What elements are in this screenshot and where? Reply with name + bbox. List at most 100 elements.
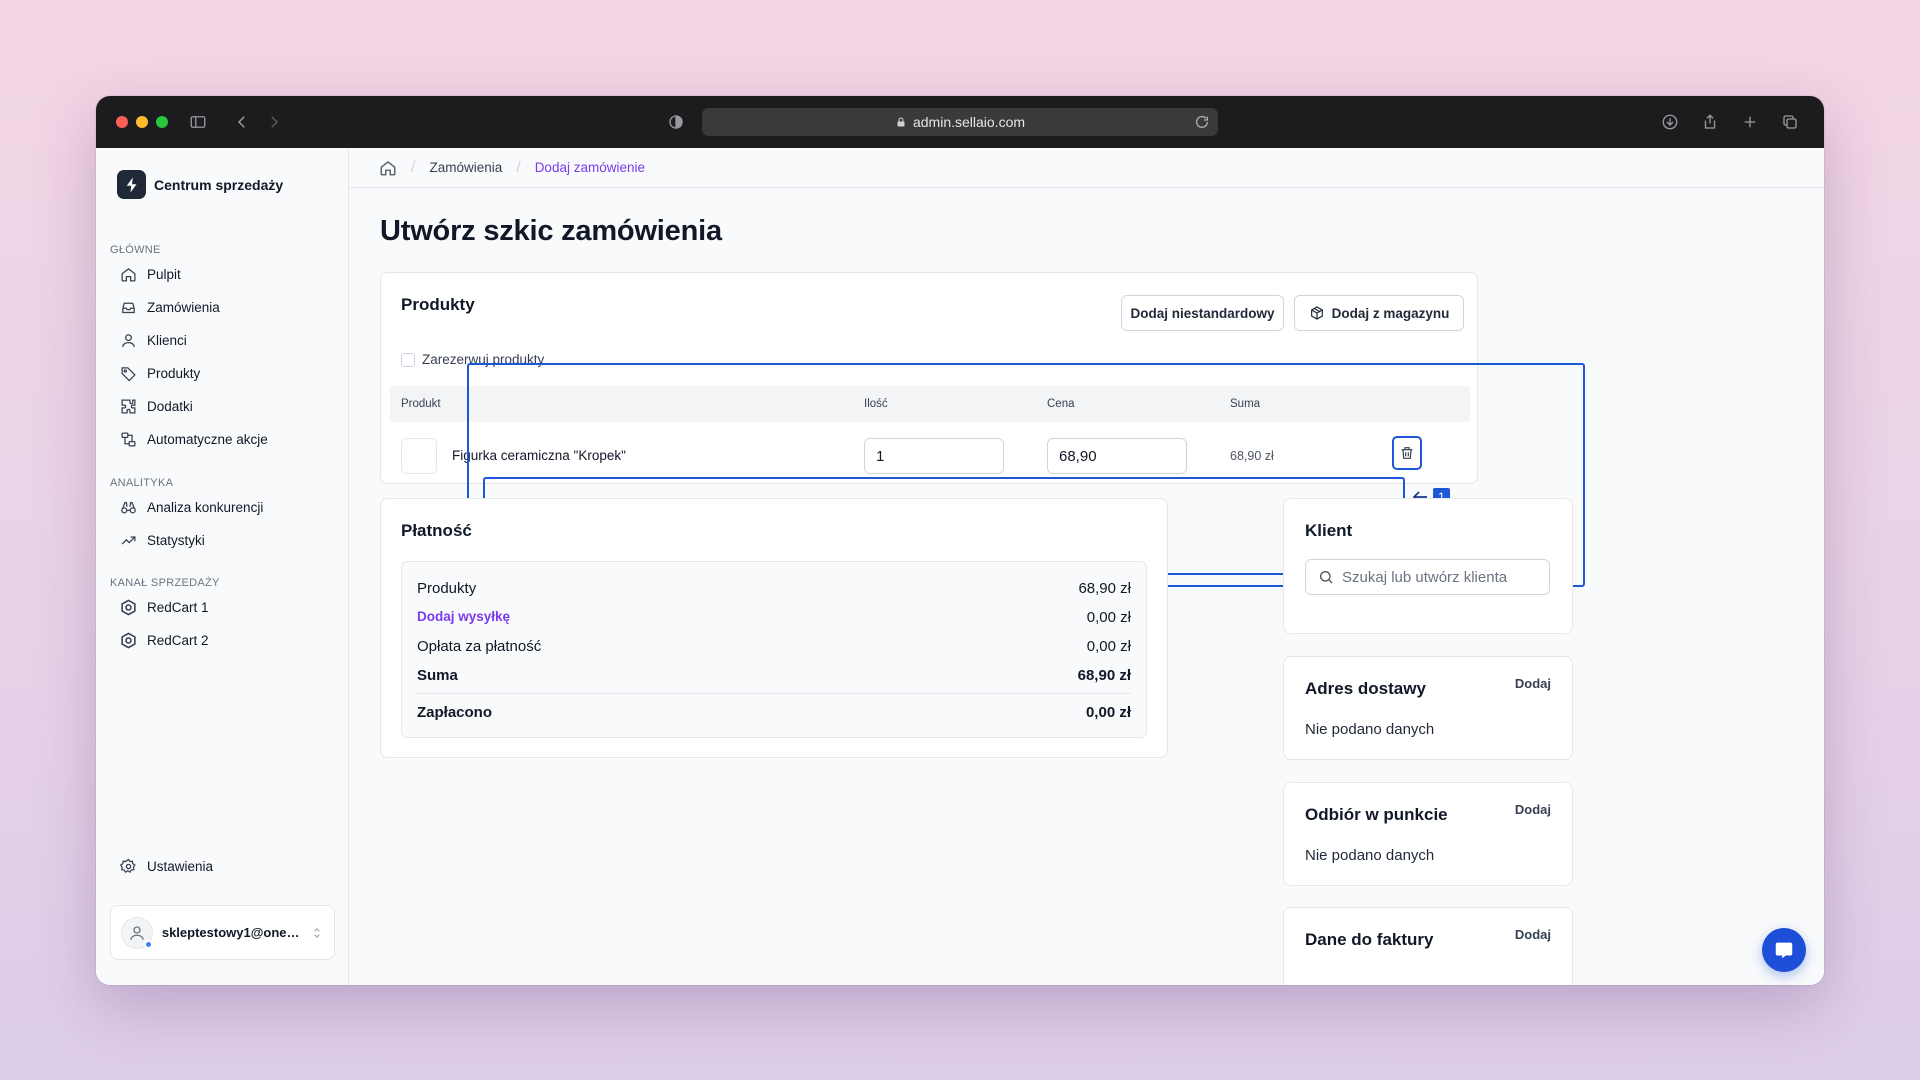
- client-card: Klient Szukaj lub utwórz klienta: [1283, 498, 1573, 634]
- pickup-empty-text: Nie podano danych: [1305, 847, 1435, 864]
- browser-window: admin.sellaio.com Centrum sprzedaży GŁÓW…: [96, 96, 1824, 985]
- client-title: Klient: [1305, 521, 1353, 540]
- user-menu[interactable]: skleptestowy1@onet...: [110, 905, 335, 960]
- divider: [417, 693, 1131, 694]
- lock-icon: [897, 117, 905, 127]
- privacy-shield-icon[interactable]: [664, 110, 688, 134]
- maximize-window-button[interactable]: [156, 116, 168, 128]
- search-icon: [1320, 571, 1333, 584]
- tag-icon: [121, 366, 136, 381]
- payment-value: 68,90 zł: [1078, 580, 1131, 597]
- breadcrumb-link-orders[interactable]: Zamówienia: [429, 160, 502, 175]
- chat-icon: [1775, 942, 1793, 959]
- user-icon: [130, 925, 144, 940]
- avatar: [121, 916, 153, 949]
- add-pickup-point-button[interactable]: Dodaj: [1515, 802, 1551, 817]
- shipping-address-card: Adres dostawy Dodaj Nie podano danych: [1283, 656, 1573, 760]
- sidebar-item-klienci[interactable]: Klienci: [110, 326, 335, 354]
- products-title: Produkty: [401, 295, 475, 314]
- invoice-data-card: Dane do faktury Dodaj: [1283, 907, 1573, 985]
- new-tab-icon[interactable]: [1738, 110, 1762, 134]
- chat-button[interactable]: [1762, 928, 1806, 972]
- checkbox[interactable]: [401, 352, 415, 367]
- payment-label: Opłata za płatność: [417, 638, 542, 655]
- url-text: admin.sellaio.com: [912, 114, 1026, 130]
- payment-card: Płatność Produkty 68,90 zł Dodaj wysyłkę…: [380, 498, 1168, 758]
- payment-summary: Produkty 68,90 zł Dodaj wysyłkę 0,00 zł …: [401, 561, 1147, 738]
- address-bar[interactable]: admin.sellaio.com: [702, 108, 1218, 136]
- download-icon[interactable]: [1658, 110, 1682, 134]
- sidebar-item-ustawienia[interactable]: Ustawienia: [110, 852, 335, 880]
- section-label-analytics: ANALITYKA: [110, 477, 174, 489]
- user-email: skleptestowy1@onet...: [161, 925, 302, 940]
- home-icon[interactable]: [379, 159, 397, 177]
- binoculars-icon: [121, 501, 136, 513]
- payment-title: Płatność: [401, 521, 472, 540]
- payment-value: 0,00 zł: [1085, 704, 1131, 721]
- section-label-main: GŁÓWNE: [110, 244, 161, 256]
- column-header-total: Suma: [1230, 398, 1261, 410]
- add-shipping-address-button[interactable]: Dodaj: [1515, 676, 1551, 691]
- row-total: 68,90 zł: [1230, 449, 1274, 463]
- sidebar-item-redcart-2[interactable]: RedCart 2: [110, 626, 335, 654]
- breadcrumb-separator: /: [516, 158, 521, 176]
- delete-product-button[interactable]: [1392, 436, 1422, 470]
- shipping-empty-text: Nie podano danych: [1305, 721, 1435, 738]
- brand-logo-icon: [117, 170, 146, 199]
- pickup-point-card: Odbiór w punkcie Dodaj Nie podano danych: [1283, 782, 1573, 886]
- pickup-title: Odbiór w punkcie: [1305, 805, 1448, 824]
- sidebar-item-label: Ustawienia: [147, 858, 214, 874]
- chevron-up-down-icon: [314, 927, 320, 938]
- gear-icon: [120, 858, 136, 873]
- sidebar-item-label: Analiza konkurencji: [147, 499, 264, 515]
- sidebar-item-label: Produkty: [147, 365, 201, 381]
- sidebar-item-analiza-konkurencji[interactable]: Analiza konkurencji: [110, 493, 335, 521]
- column-header-qty: Ilość: [864, 398, 888, 410]
- price-input[interactable]: 68,90: [1047, 438, 1187, 474]
- products-table-header: Produkt Ilość Cena Suma: [390, 386, 1470, 422]
- trash-icon: [1401, 447, 1413, 459]
- payment-row-total: Suma 68,90 zł: [417, 667, 1131, 684]
- tab-overview-icon[interactable]: [1778, 110, 1802, 134]
- add-invoice-data-button[interactable]: Dodaj: [1515, 927, 1551, 942]
- sidebar-item-label: Klienci: [147, 332, 187, 348]
- add-shipping-link[interactable]: Dodaj wysyłkę: [417, 609, 510, 626]
- add-from-stock-button[interactable]: Dodaj z magazynu: [1294, 295, 1464, 331]
- sidebar-item-label: Dodatki: [147, 398, 193, 414]
- sidebar-item-zamowienia[interactable]: Zamówienia: [110, 293, 335, 321]
- sidebar-item-label: Zamówienia: [147, 299, 220, 315]
- breadcrumb-current[interactable]: Dodaj zamówienie: [535, 160, 645, 175]
- sidebar-toggle-icon[interactable]: [186, 110, 210, 134]
- sidebar-item-pulpit[interactable]: Pulpit: [110, 260, 335, 288]
- close-window-button[interactable]: [116, 116, 128, 128]
- sidebar-item-automatyczne-akcje[interactable]: Automatyczne akcje: [110, 425, 335, 453]
- trending-up-icon: [121, 535, 136, 544]
- share-icon[interactable]: [1698, 110, 1722, 134]
- minimize-window-button[interactable]: [136, 116, 148, 128]
- add-custom-product-button[interactable]: Dodaj niestandardowy: [1121, 295, 1284, 331]
- sidebar-item-dodatki[interactable]: Dodatki: [110, 392, 335, 420]
- payment-label: Produkty: [417, 580, 477, 597]
- redcart-icon: [121, 599, 136, 615]
- payment-row-paid: Zapłacono 0,00 zł: [417, 704, 1131, 721]
- reload-icon[interactable]: [1194, 114, 1210, 130]
- back-icon[interactable]: [230, 110, 254, 134]
- client-search-input[interactable]: Szukaj lub utwórz klienta: [1305, 559, 1550, 595]
- sidebar-item-redcart-1[interactable]: RedCart 1: [110, 593, 335, 621]
- sidebar-item-label: RedCart 1: [147, 599, 209, 615]
- brand[interactable]: Centrum sprzedaży: [117, 170, 283, 199]
- sidebar-item-label: Automatyczne akcje: [147, 431, 268, 447]
- sidebar-item-statystyki[interactable]: Statystyki: [110, 526, 335, 554]
- payment-row-fee: Opłata za płatność 0,00 zł: [417, 638, 1131, 655]
- puzzle-icon: [121, 398, 136, 414]
- reserve-products-checkbox[interactable]: Zarezerwuj produkty: [401, 352, 544, 367]
- section-label-channels: KANAŁ SPRZEDAŻY: [110, 577, 220, 589]
- breadcrumb-separator: /: [411, 158, 416, 176]
- forward-icon[interactable]: [262, 110, 286, 134]
- price-value: 68,90: [1059, 447, 1097, 465]
- sidebar-item-produkty[interactable]: Produkty: [110, 359, 335, 387]
- sidebar: Centrum sprzedaży GŁÓWNE Pulpit Zamówien…: [96, 148, 349, 985]
- payment-value: 68,90 zł: [1077, 667, 1131, 684]
- quantity-input[interactable]: 1: [864, 438, 1004, 474]
- brand-name: Centrum sprzedaży: [154, 176, 284, 193]
